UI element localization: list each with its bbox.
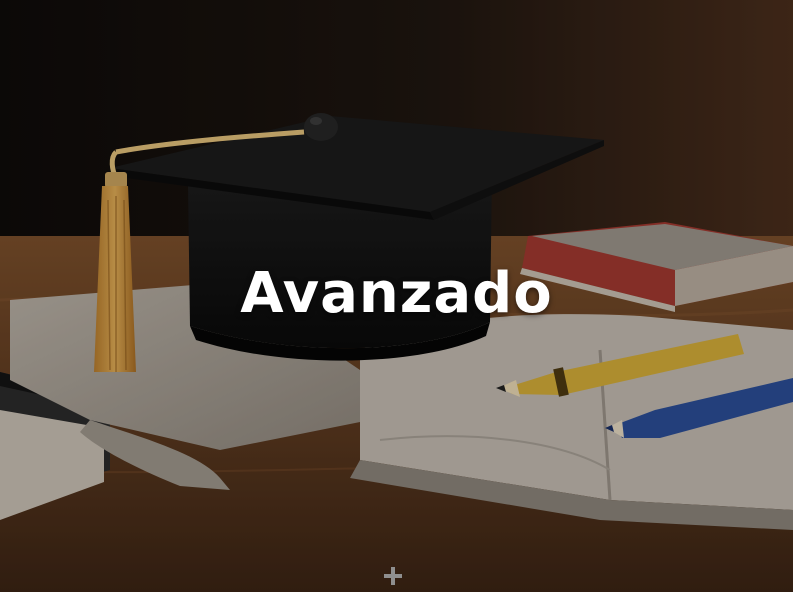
expand-button[interactable] (381, 564, 405, 588)
course-level-card[interactable]: Avanzado (0, 0, 793, 592)
plus-icon (384, 567, 402, 585)
card-title: Avanzado (240, 261, 553, 326)
